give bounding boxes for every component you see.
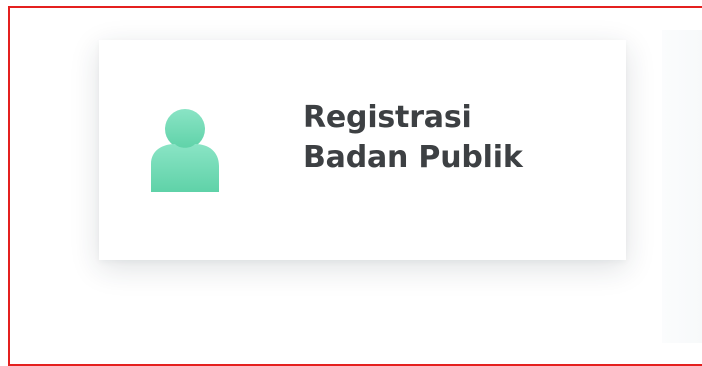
card-title: Registrasi Badan Publik — [303, 98, 523, 178]
adjacent-card-edge — [662, 30, 702, 343]
card-title-line-1: Registrasi — [303, 100, 472, 135]
card-title-line-2: Badan Publik — [303, 140, 523, 175]
user-icon — [151, 109, 219, 192]
registrasi-badan-publik-card[interactable]: Registrasi Badan Publik — [99, 40, 626, 260]
